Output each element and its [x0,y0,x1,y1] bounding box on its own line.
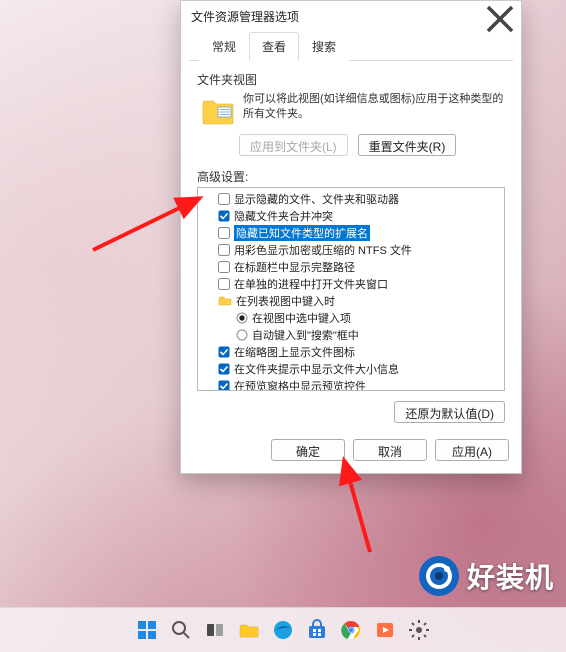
restore-defaults-button[interactable]: 还原为默认值(D) [394,401,505,423]
reset-folders-button[interactable]: 重置文件夹(R) [358,134,457,156]
tree-item-label: 在单独的进程中打开文件夹窗口 [234,276,388,292]
taskbar-settings-icon[interactable] [406,617,432,643]
apply-to-folders-button[interactable]: 应用到文件夹(L) [239,134,348,156]
radio-icon[interactable] [236,312,248,324]
tree-item-6[interactable]: 在列表视图中键入时 [198,292,504,309]
titlebar: 文件资源管理器选项 [181,1,521,31]
tree-item-7[interactable]: 在视图中选中键入项 [198,309,504,326]
cancel-button[interactable]: 取消 [353,439,427,461]
taskbar-start-icon[interactable] [134,617,160,643]
tree-item-label: 在列表视图中键入时 [236,293,335,309]
tree-item-label: 在标题栏中显示完整路径 [234,259,355,275]
tree-item-label: 用彩色显示加密或压缩的 NTFS 文件 [234,242,412,258]
watermark-logo-icon [417,554,461,598]
tree-item-label: 在缩略图上显示文件图标 [234,344,355,360]
checkbox-icon[interactable] [218,346,230,358]
tab-strip: 常规 查看 搜索 [189,31,513,61]
taskbar-media-icon[interactable] [372,617,398,643]
checkbox-icon[interactable] [218,363,230,375]
tree-item-label: 隐藏已知文件类型的扩展名 [234,225,370,241]
tree-item-5[interactable]: 在单独的进程中打开文件夹窗口 [198,275,504,292]
taskbar-explorer-icon[interactable] [236,617,262,643]
tree-item-1[interactable]: 隐藏文件夹合并冲突 [198,207,504,224]
taskbar-store-icon[interactable] [304,617,330,643]
dialog-content: 文件夹视图 你可以将此视图(如详细信息或图标)应用于这种类型的所有文件夹。 应用… [181,61,521,431]
advanced-settings-tree[interactable]: 显示隐藏的文件、文件夹和驱动器隐藏文件夹合并冲突隐藏已知文件类型的扩展名用彩色显… [197,187,505,391]
tree-item-9[interactable]: 在缩略图上显示文件图标 [198,343,504,360]
ok-button[interactable]: 确定 [271,439,345,461]
tree-item-11[interactable]: 在预览窗格中显示预览控件 [198,377,504,391]
taskbar [0,607,566,652]
folder-icon [218,295,232,307]
tree-item-label: 在文件夹提示中显示文件大小信息 [234,361,399,377]
folder-view-heading: 文件夹视图 [197,71,505,88]
dialog-footer: 确定 取消 应用(A) [181,431,521,473]
dialog-title: 文件资源管理器选项 [191,8,485,25]
tree-item-label: 隐藏文件夹合并冲突 [234,208,333,224]
folder-view-description: 你可以将此视图(如详细信息或图标)应用于这种类型的所有文件夹。 [243,92,505,126]
taskbar-chrome-icon[interactable] [338,617,364,643]
tree-item-0[interactable]: 显示隐藏的文件、文件夹和驱动器 [198,190,504,207]
close-button[interactable] [485,4,515,28]
tree-item-10[interactable]: 在文件夹提示中显示文件大小信息 [198,360,504,377]
advanced-heading: 高级设置: [197,168,505,185]
checkbox-icon[interactable] [218,227,230,239]
apply-button[interactable]: 应用(A) [435,439,509,461]
tab-general[interactable]: 常规 [199,32,249,61]
taskbar-search-icon[interactable] [168,617,194,643]
taskbar-taskview-icon[interactable] [202,617,228,643]
folder-view-row: 你可以将此视图(如详细信息或图标)应用于这种类型的所有文件夹。 [197,92,505,126]
tree-item-label: 在视图中选中键入项 [252,310,351,326]
folder-view-icon [201,96,235,126]
tree-item-label: 自动键入到"搜索"框中 [252,327,359,343]
tree-item-4[interactable]: 在标题栏中显示完整路径 [198,258,504,275]
checkbox-icon[interactable] [218,244,230,256]
tree-item-2[interactable]: 隐藏已知文件类型的扩展名 [198,224,504,241]
tree-item-label: 显示隐藏的文件、文件夹和驱动器 [234,191,399,207]
tab-search[interactable]: 搜索 [299,32,349,61]
tree-item-label: 在预览窗格中显示预览控件 [234,378,366,392]
tab-view[interactable]: 查看 [249,32,299,61]
taskbar-edge-icon[interactable] [270,617,296,643]
checkbox-icon[interactable] [218,210,230,222]
tree-item-3[interactable]: 用彩色显示加密或压缩的 NTFS 文件 [198,241,504,258]
folder-options-dialog: 文件资源管理器选项 常规 查看 搜索 文件夹视图 你可以将此视图(如详细信息或图… [180,0,522,474]
checkbox-icon[interactable] [218,278,230,290]
tree-item-8[interactable]: 自动键入到"搜索"框中 [198,326,504,343]
checkbox-icon[interactable] [218,261,230,273]
watermark-text: 好装机 [467,556,554,596]
checkbox-icon[interactable] [218,193,230,205]
checkbox-icon[interactable] [218,380,230,392]
radio-icon[interactable] [236,329,248,341]
watermark: 好装机 [417,554,554,598]
